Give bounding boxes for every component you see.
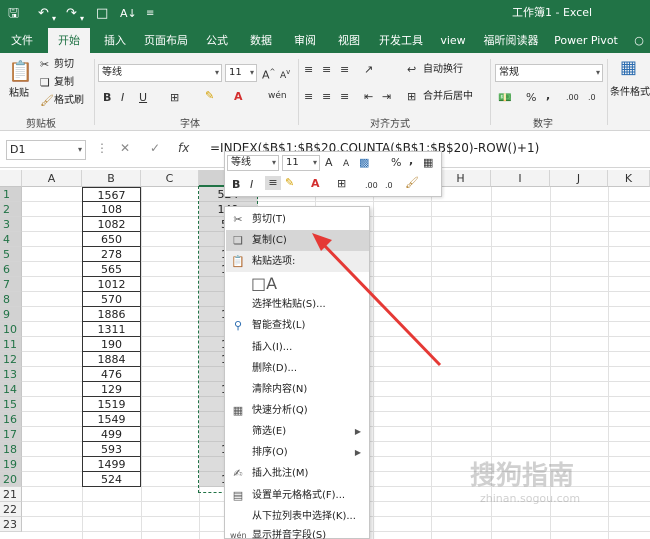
arrow-shaft (320, 241, 442, 367)
annotation-arrow (312, 233, 442, 367)
